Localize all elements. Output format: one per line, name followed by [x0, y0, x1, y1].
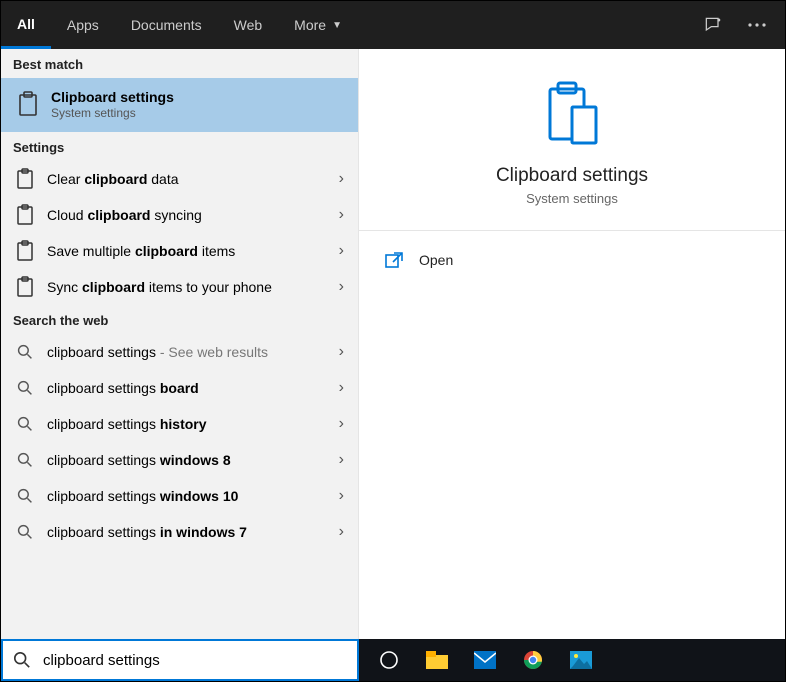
tab-apps[interactable]: Apps: [51, 1, 115, 49]
tab-more-label: More: [294, 17, 326, 33]
result-label: Sync clipboard items to your phone: [47, 279, 272, 295]
best-match-result[interactable]: Clipboard settings System settings: [1, 78, 358, 132]
taskbar: [359, 639, 785, 681]
search-icon: [13, 488, 37, 504]
chevron-right-icon: ›: [333, 379, 350, 397]
file-explorer-icon[interactable]: [415, 639, 459, 681]
clipboard-large-icon: [540, 79, 604, 151]
open-icon: [383, 251, 405, 269]
chevron-right-icon: ›: [333, 343, 350, 361]
chevron-right-icon: ›: [333, 523, 350, 541]
best-match-title: Clipboard settings: [51, 88, 350, 106]
chevron-right-icon: ›: [333, 278, 350, 296]
result-label: clipboard settings in windows 7: [47, 524, 247, 540]
result-label: Cloud clipboard syncing: [47, 207, 202, 223]
chevron-right-icon: ›: [333, 206, 350, 224]
chevron-down-icon: ▼: [332, 20, 342, 31]
search-icon: [13, 524, 37, 540]
chevron-right-icon: ›: [333, 170, 350, 188]
section-search-web: Search the web: [1, 305, 358, 334]
preview-subtitle: System settings: [526, 191, 618, 206]
search-icon: [13, 380, 37, 396]
settings-result[interactable]: Save multiple clipboard items ›: [1, 233, 358, 269]
preview-panel: Clipboard settings System settings Open: [359, 49, 785, 639]
chevron-right-icon: ›: [333, 487, 350, 505]
settings-result[interactable]: Cloud clipboard syncing ›: [1, 197, 358, 233]
result-label: clipboard settings - See web results: [47, 344, 268, 360]
clipboard-icon: [13, 276, 37, 298]
result-label: Clear clipboard data: [47, 171, 179, 187]
search-icon: [13, 452, 37, 468]
clipboard-icon: [13, 168, 37, 190]
chevron-right-icon: ›: [333, 242, 350, 260]
photos-icon[interactable]: [559, 639, 603, 681]
search-filter-bar: All Apps Documents Web More ▼: [1, 1, 785, 49]
best-match-subtitle: System settings: [51, 106, 350, 122]
search-icon: [13, 416, 37, 432]
clipboard-icon: [13, 204, 37, 226]
mail-icon[interactable]: [463, 639, 507, 681]
search-icon: [13, 651, 31, 669]
settings-result[interactable]: Clear clipboard data ›: [1, 161, 358, 197]
result-label: clipboard settings windows 10: [47, 488, 238, 504]
web-result[interactable]: clipboard settings board ›: [1, 370, 358, 406]
result-label: clipboard settings windows 8: [47, 452, 231, 468]
web-result[interactable]: clipboard settings windows 8 ›: [1, 442, 358, 478]
result-label: clipboard settings history: [47, 416, 207, 432]
search-icon: [13, 344, 37, 360]
section-settings: Settings: [1, 132, 358, 161]
tab-documents[interactable]: Documents: [115, 1, 218, 49]
results-panel: Best match Clipboard settings System set…: [1, 49, 359, 639]
feedback-icon[interactable]: [691, 1, 735, 49]
web-result[interactable]: clipboard settings in windows 7 ›: [1, 514, 358, 550]
cortana-icon[interactable]: [367, 639, 411, 681]
chevron-right-icon: ›: [333, 451, 350, 469]
chevron-right-icon: ›: [333, 415, 350, 433]
search-input[interactable]: [41, 651, 347, 670]
search-box[interactable]: [1, 639, 359, 681]
clipboard-icon: [13, 91, 43, 119]
web-result[interactable]: clipboard settings windows 10 ›: [1, 478, 358, 514]
tab-all[interactable]: All: [1, 1, 51, 49]
result-label: Save multiple clipboard items: [47, 243, 235, 259]
more-options-icon[interactable]: [735, 1, 779, 49]
tab-more[interactable]: More ▼: [278, 1, 358, 49]
preview-title: Clipboard settings: [496, 165, 648, 187]
web-result[interactable]: clipboard settings - See web results ›: [1, 334, 358, 370]
open-label: Open: [419, 252, 453, 268]
clipboard-icon: [13, 240, 37, 262]
tab-web[interactable]: Web: [218, 1, 279, 49]
settings-result[interactable]: Sync clipboard items to your phone ›: [1, 269, 358, 305]
chrome-icon[interactable]: [511, 639, 555, 681]
open-action[interactable]: Open: [367, 243, 777, 277]
section-best-match: Best match: [1, 49, 358, 78]
result-label: clipboard settings board: [47, 380, 199, 396]
web-result[interactable]: clipboard settings history ›: [1, 406, 358, 442]
